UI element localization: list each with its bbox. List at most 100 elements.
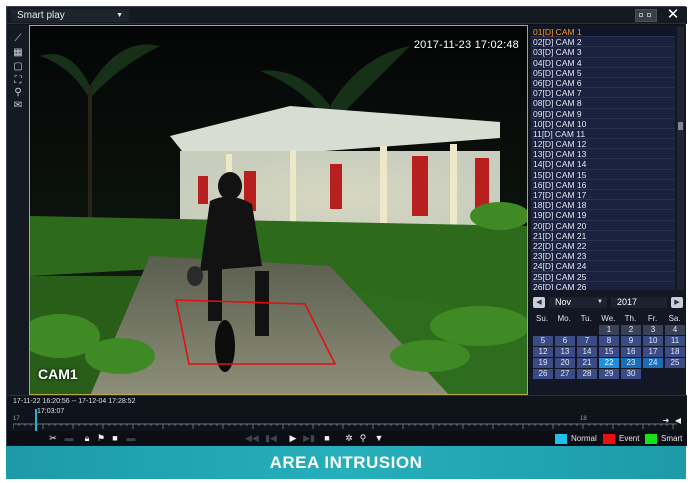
camera-list-item[interactable]: 19[D] CAM 19	[531, 210, 675, 221]
camera-list-item[interactable]: 18[D] CAM 18	[531, 200, 675, 211]
calendar-day[interactable]: 30	[621, 369, 641, 379]
night-scene-image	[30, 26, 527, 394]
mode-dropdown-label: Smart play	[17, 10, 65, 21]
camera-list-item[interactable]: 26[D] CAM 26	[531, 281, 675, 290]
mail-tool-icon[interactable]: ✉	[11, 100, 25, 112]
calendar-day[interactable]: 4	[665, 325, 685, 335]
camera-list-item[interactable]: 13[D] CAM 13	[531, 149, 675, 160]
calendar-day[interactable]: 6	[555, 336, 575, 346]
calendar-day[interactable]: 22	[599, 358, 619, 368]
camera-list-item[interactable]: 08[D] CAM 8	[531, 98, 675, 109]
calendar-day[interactable]: 26	[533, 369, 553, 379]
calendar-day[interactable]: 21	[577, 358, 597, 368]
weekday-label: We.	[601, 314, 616, 323]
camera-list-item[interactable]: 20[D] CAM 20	[531, 220, 675, 231]
fullscreen-icon-part	[647, 13, 651, 17]
calendar-day[interactable]: 13	[555, 347, 575, 357]
camera-list-item[interactable]: 11[D] CAM 11	[531, 128, 675, 140]
camera-list-item[interactable]: 01[D] CAM 1	[531, 27, 675, 38]
calendar-day[interactable]: 18	[665, 347, 685, 357]
year-dropdown[interactable]: 2017	[611, 297, 667, 308]
camera-list-item[interactable]: 24[D] CAM 24	[531, 261, 675, 272]
camera-list-item[interactable]: 06[D] CAM 6	[531, 77, 675, 89]
camera-list-item[interactable]: 03[D] CAM 3	[531, 47, 675, 58]
calendar-day[interactable]: 11	[665, 336, 685, 346]
caption-title: AREA INTRUSION	[269, 453, 423, 472]
calendar-day[interactable]: 28	[577, 369, 597, 379]
camera-list-item[interactable]: 25[D] CAM 25	[531, 271, 675, 282]
camera-list-item[interactable]: 10[D] CAM 10	[531, 118, 675, 129]
folder-icon[interactable]: ■	[109, 433, 121, 444]
camera-list-item[interactable]: 16[D] CAM 16	[531, 179, 675, 190]
stop-icon[interactable]: ■	[321, 433, 333, 444]
calendar-day[interactable]: 1	[599, 325, 619, 335]
camera-list-item[interactable]: 04[D] CAM 4	[531, 57, 675, 68]
calendar-day[interactable]: 8	[599, 336, 619, 346]
camera-list-item[interactable]: 05[D] CAM 5	[531, 67, 675, 78]
calendar-day[interactable]: 9	[621, 336, 641, 346]
caption-banner: AREA INTRUSION	[6, 446, 686, 479]
fullscreen-button[interactable]	[635, 9, 657, 22]
month-dropdown[interactable]: Nov ▼	[549, 297, 607, 308]
calendar: ◀ Nov ▼ 2017 ▶ Su. Mo. Tu. We. Th. Fr. Sa. 123…	[531, 297, 686, 393]
timeline[interactable]: 17-11-22 16:20:56 -- 17-12-04 17:28:52 1…	[7, 395, 687, 431]
camera-list-item[interactable]: 02[D] CAM 2	[531, 37, 675, 48]
play-icon[interactable]: ▶	[287, 433, 299, 444]
camera-list-scrollbar[interactable]	[677, 27, 684, 290]
calendar-day[interactable]: 15	[599, 347, 619, 357]
calendar-day[interactable]: 12	[533, 347, 553, 357]
timeline-forward-button[interactable]: ➜	[661, 416, 671, 426]
camera-list-item[interactable]: 15[D] CAM 15	[531, 169, 675, 180]
lock-icon[interactable]: 🔒︎	[81, 433, 93, 444]
camera-list-item[interactable]: 23[D] CAM 23	[531, 251, 675, 262]
line-tool-icon[interactable]: ⟋	[11, 33, 25, 45]
timeline-current-time: 17:03:07	[37, 408, 65, 415]
prev-month-button[interactable]: ◀	[533, 297, 545, 308]
camera-list-item[interactable]: 12[D] CAM 12	[531, 139, 675, 150]
calendar-grid: 1 2 3 4 5 6 7 8 9 10 11 12 13 14 15 16 17 18 19 20 21 22 23 24 2…	[531, 325, 686, 379]
camera-list-item[interactable]: 21[D] CAM 21	[531, 230, 675, 241]
fullscreen-icon	[639, 13, 643, 17]
gear-icon[interactable]: ✲	[343, 433, 355, 444]
scrollbar-thumb[interactable]	[678, 122, 683, 130]
camera-list-item[interactable]: 17[D] CAM 17	[531, 190, 675, 201]
calendar-day[interactable]: 25	[665, 358, 685, 368]
person-tool-icon[interactable]: ⚲	[11, 87, 25, 99]
filter-icon[interactable]: ▼	[373, 433, 385, 444]
area-tool-icon[interactable]: ▦	[11, 47, 25, 59]
timeline-back-button[interactable]: ◀	[673, 416, 683, 426]
disabled-icon: ▬	[126, 433, 136, 443]
zoom-icon[interactable]: ⚲	[357, 433, 369, 444]
mode-dropdown[interactable]: Smart play ▼	[11, 9, 129, 22]
camera-list-item[interactable]: 14[D] CAM 14	[531, 159, 675, 170]
calendar-day[interactable]: 17	[643, 347, 663, 357]
calendar-day[interactable]: 2	[621, 325, 641, 335]
camera-list-item[interactable]: 07[D] CAM 7	[531, 88, 675, 99]
legend-smart-label: Smart	[661, 434, 683, 443]
flag-icon[interactable]: ⚑	[95, 433, 107, 444]
calendar-day[interactable]: 29	[599, 369, 619, 379]
calendar-day[interactable]: 24	[643, 358, 663, 368]
calendar-day[interactable]: 19	[533, 358, 553, 368]
calendar-day[interactable]: 16	[621, 347, 641, 357]
video-view[interactable]: 2017-11-23 17:02:48 CAM1	[29, 25, 528, 395]
camera-list-item[interactable]: 09[D] CAM 9	[531, 108, 675, 119]
expand-tool-icon[interactable]: ⛶	[11, 75, 25, 87]
calendar-day[interactable]: 3	[643, 325, 663, 335]
camera-list[interactable]: 01[D] CAM 1 02[D] CAM 2 03[D] CAM 3 04[D] C…	[531, 27, 675, 290]
calendar-day[interactable]: 7	[577, 336, 597, 346]
calendar-day[interactable]: 23	[621, 358, 641, 368]
legend-normal-label: Normal	[571, 434, 597, 443]
calendar-day[interactable]: 14	[577, 347, 597, 357]
calendar-day[interactable]: 27	[555, 369, 575, 379]
next-month-button[interactable]: ▶	[671, 297, 683, 308]
camera-list-item[interactable]: 22[D] CAM 22	[531, 240, 675, 252]
legend-event-swatch	[603, 434, 615, 444]
calendar-day[interactable]: 10	[643, 336, 663, 346]
rectangle-tool-icon[interactable]: ▢	[11, 61, 25, 73]
scissors-icon[interactable]: ✂	[47, 433, 59, 444]
calendar-day[interactable]: 5	[533, 336, 553, 346]
close-button[interactable]: ✕	[663, 7, 683, 24]
year-label: 2017	[617, 297, 638, 307]
calendar-day[interactable]: 20	[555, 358, 575, 368]
